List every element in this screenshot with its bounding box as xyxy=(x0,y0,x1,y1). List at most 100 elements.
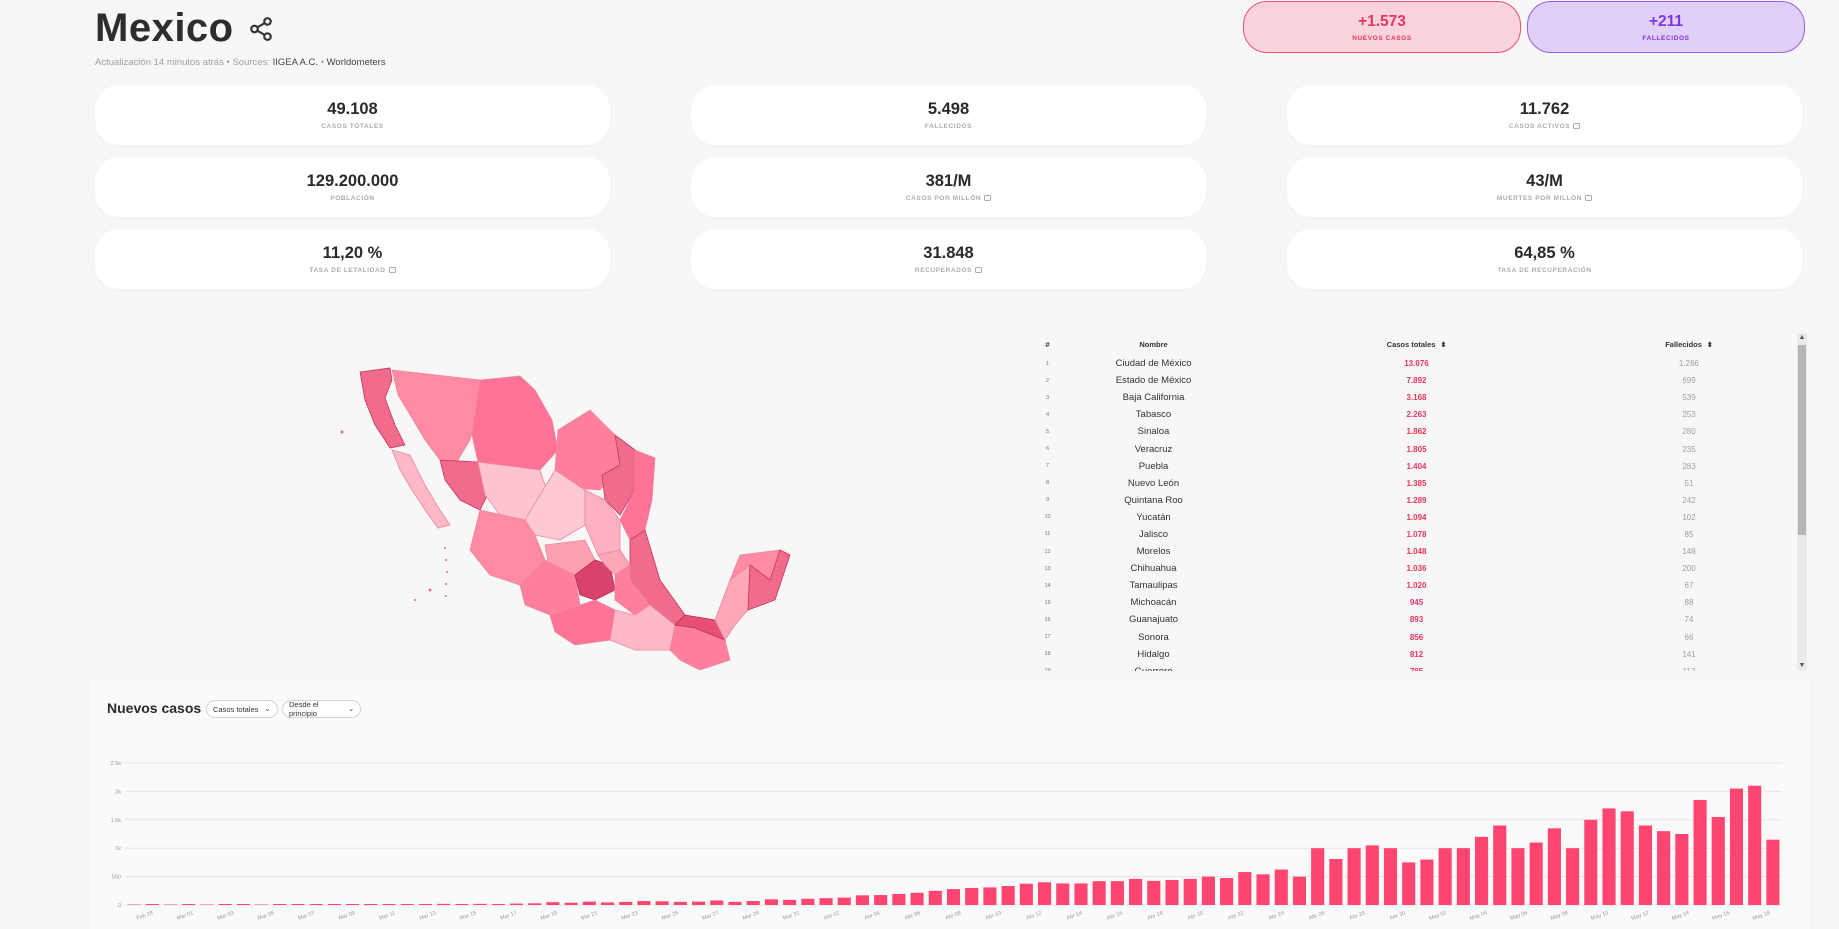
table-row[interactable]: 2 Estado de México 7.892 699 xyxy=(1040,372,1809,389)
chart-bar[interactable] xyxy=(1292,876,1307,905)
range-select[interactable]: Desde el principio ⌄ xyxy=(282,700,361,718)
chart-bar[interactable] xyxy=(309,904,323,905)
chart-bar[interactable] xyxy=(400,904,414,905)
chart-bar[interactable] xyxy=(1693,799,1707,905)
chart-bar[interactable] xyxy=(619,901,633,905)
chart-bar[interactable] xyxy=(163,904,178,906)
col-deaths[interactable]: Fallecidos ⬍ xyxy=(1581,340,1797,349)
chart-bar[interactable] xyxy=(946,889,961,905)
table-row[interactable]: 4 Tabasco 2.263 253 xyxy=(1040,406,1809,423)
chart-bar[interactable] xyxy=(528,903,542,905)
share-icon[interactable] xyxy=(248,16,274,42)
chart-bar[interactable] xyxy=(509,903,524,905)
chart-bar[interactable] xyxy=(892,893,906,905)
table-row[interactable]: 12 Morelos 1.048 148 xyxy=(1040,543,1809,560)
chart-bar[interactable] xyxy=(600,902,615,905)
chart-bar[interactable] xyxy=(1092,881,1106,905)
col-total-cases[interactable]: Casos totales ⬍ xyxy=(1252,340,1581,349)
chart-bar[interactable] xyxy=(673,901,687,905)
chart-bar[interactable] xyxy=(1129,878,1143,905)
chart-bar[interactable] xyxy=(564,902,578,905)
chart-bar[interactable] xyxy=(236,904,250,905)
chart-bar[interactable] xyxy=(1620,811,1634,905)
scroll-thumb[interactable] xyxy=(1798,345,1806,535)
source-iigea[interactable]: IIGEA A.C. xyxy=(273,57,318,68)
chart-bar[interactable] xyxy=(182,904,196,905)
chart-bar[interactable] xyxy=(1657,831,1671,905)
table-row[interactable]: 1 Ciudad de México 13.076 1.286 xyxy=(1040,355,1809,372)
chart-bar[interactable] xyxy=(1584,819,1598,905)
chart-bar[interactable] xyxy=(145,904,159,905)
chart-bar[interactable] xyxy=(1311,848,1325,905)
table-row[interactable]: 13 Chihuahua 1.036 200 xyxy=(1040,560,1809,577)
chart-bar[interactable] xyxy=(1329,858,1343,905)
new-cases-bar-chart[interactable]: 0 500 1k 1.5k 2k 2.5k Feb 28 Mar 01 Mar 03 Mar 05… xyxy=(0,740,1839,929)
table-row[interactable]: 14 Tamaulipas 1.020 67 xyxy=(1040,577,1809,594)
chart-bar[interactable] xyxy=(582,901,596,905)
chart-bar[interactable] xyxy=(273,904,287,905)
chart-bar[interactable] xyxy=(291,904,305,905)
info-icon[interactable] xyxy=(1585,195,1593,202)
chart-bar[interactable] xyxy=(1220,878,1234,905)
chart-bar[interactable] xyxy=(910,892,924,905)
chart-bar[interactable] xyxy=(127,904,141,906)
chart-bar[interactable] xyxy=(783,899,797,905)
chart-bar[interactable] xyxy=(418,903,433,905)
chart-bar[interactable] xyxy=(965,887,979,905)
chart-bar[interactable] xyxy=(1037,882,1052,905)
chart-bar[interactable] xyxy=(327,904,341,905)
sort-icon[interactable]: ⬍ xyxy=(1440,342,1446,349)
map-state-chihuahua[interactable] xyxy=(471,375,559,471)
chart-bar[interactable] xyxy=(1638,825,1652,905)
chart-bar[interactable] xyxy=(364,904,378,905)
chart-bar[interactable] xyxy=(1511,848,1525,905)
table-row[interactable]: 3 Baja California 3.168 539 xyxy=(1040,389,1809,406)
sort-icon[interactable]: ⬍ xyxy=(1707,342,1713,349)
chart-bar[interactable] xyxy=(1001,885,1015,905)
chart-bar[interactable] xyxy=(1110,881,1124,905)
chart-bar[interactable] xyxy=(346,904,360,905)
chart-bar[interactable] xyxy=(1529,842,1543,905)
chart-bar[interactable] xyxy=(1566,848,1580,905)
info-icon[interactable] xyxy=(975,267,983,274)
chart-bar[interactable] xyxy=(1365,845,1379,905)
table-row[interactable]: 7 Puebla 1.404 283 xyxy=(1040,458,1809,475)
chart-bar[interactable] xyxy=(1729,788,1744,905)
chart-bar[interactable] xyxy=(1766,839,1780,905)
table-row[interactable]: 9 Quintana Roo 1.289 242 xyxy=(1040,492,1809,509)
chart-bar[interactable] xyxy=(855,895,870,905)
chart-bar[interactable] xyxy=(255,904,269,906)
chart-bar[interactable] xyxy=(1147,880,1161,905)
chart-bar[interactable] xyxy=(491,903,505,905)
chart-bar[interactable] xyxy=(692,901,706,905)
chart-bar[interactable] xyxy=(546,902,560,905)
table-row[interactable]: 17 Sonora 856 66 xyxy=(1040,629,1809,646)
info-icon[interactable] xyxy=(984,195,992,202)
chart-bar[interactable] xyxy=(1201,876,1215,905)
table-row[interactable]: 5 Sinaloa 1.862 280 xyxy=(1040,423,1809,440)
chart-bar[interactable] xyxy=(874,895,888,905)
source-worldometers[interactable]: Worldometers xyxy=(327,57,386,68)
info-icon[interactable] xyxy=(1573,123,1581,130)
chart-bar[interactable] xyxy=(801,898,815,905)
map-state-sonora[interactable] xyxy=(391,369,481,466)
chart-bar[interactable] xyxy=(983,887,997,905)
table-row[interactable]: 11 Jalisco 1.078 85 xyxy=(1040,526,1809,543)
scroll-down-icon[interactable]: ▼ xyxy=(1797,661,1807,671)
chart-bar[interactable] xyxy=(1238,872,1252,905)
chart-bar[interactable] xyxy=(473,903,487,905)
chart-bar[interactable] xyxy=(1456,848,1470,905)
metric-select[interactable]: Casos totales ⌄ xyxy=(206,700,278,718)
table-scrollbar[interactable]: ▲ ▼ xyxy=(1797,333,1807,671)
mexico-choropleth-map[interactable] xyxy=(330,350,800,670)
chart-bar[interactable] xyxy=(819,898,833,905)
table-row[interactable]: 6 Veracruz 1.805 235 xyxy=(1040,440,1809,457)
chart-bar[interactable] xyxy=(837,897,851,905)
chart-bar[interactable] xyxy=(1256,874,1270,905)
chart-bar[interactable] xyxy=(1347,848,1361,905)
table-row[interactable]: 10 Yucatán 1.094 102 xyxy=(1040,509,1809,526)
chart-bar[interactable] xyxy=(200,904,214,906)
chart-bar[interactable] xyxy=(1748,785,1762,905)
chart-bar[interactable] xyxy=(1183,878,1197,905)
states-table[interactable]: # Nombre Casos totales ⬍ Fallecidos ⬍ 1 Ciu… xyxy=(1040,333,1809,672)
